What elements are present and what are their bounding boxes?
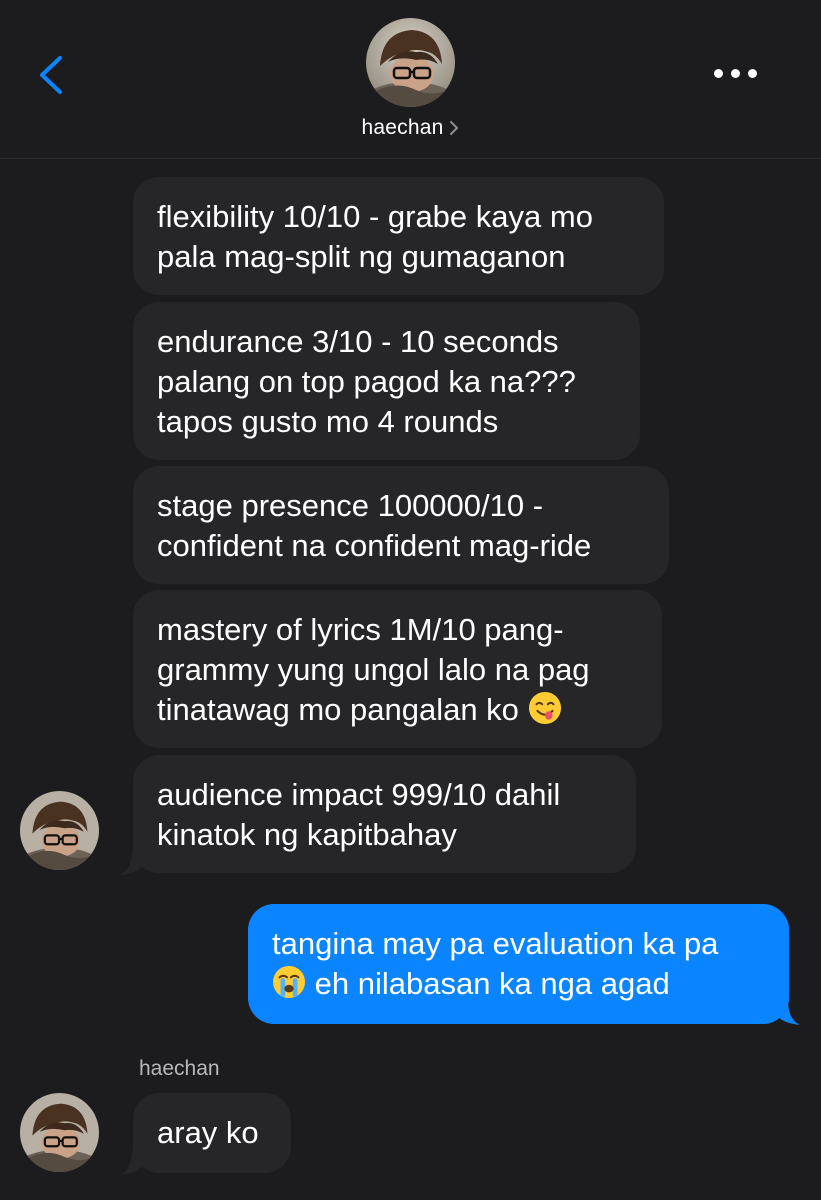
message-line: tinatawag mo pangalan ko xyxy=(157,690,638,730)
message-line: tapos gusto mo 4 rounds xyxy=(157,404,499,439)
message-line: confident na confident mag-ride xyxy=(157,528,592,563)
message-bubble-incoming[interactable]: aray ko xyxy=(133,1093,291,1173)
message-bubble-incoming[interactable]: mastery of lyrics 1M/10 pang- grammy yun… xyxy=(133,590,662,748)
contact-name[interactable]: haechan xyxy=(362,116,444,139)
message-bubble-incoming[interactable]: audience impact 999/10 dahil kinatok ng … xyxy=(133,755,636,873)
contact-avatar-small[interactable] xyxy=(20,1093,99,1172)
message-line: palang on top pagod ka na??? xyxy=(157,364,576,399)
message-line: eh nilabasan ka nga agad xyxy=(272,964,765,1004)
chevron-right-icon xyxy=(450,121,459,136)
message-line-text: tinatawag mo pangalan ko xyxy=(157,692,519,727)
back-button[interactable] xyxy=(30,50,74,100)
message-bubble-incoming[interactable]: flexibility 10/10 - grabe kaya mo pala m… xyxy=(133,177,664,295)
message-line-text: eh nilabasan ka nga agad xyxy=(314,966,670,1001)
contact-avatar-small[interactable] xyxy=(20,791,99,870)
message-line: endurance 3/10 - 10 seconds xyxy=(157,324,559,359)
ellipsis-icon xyxy=(714,69,723,78)
message-line: aray ko xyxy=(157,1115,259,1150)
avatar-photo xyxy=(20,791,99,870)
message-bubble-incoming[interactable]: stage presence 100000/10 - confident na … xyxy=(133,466,669,584)
loudly-crying-face-emoji xyxy=(272,965,306,999)
message-line: stage presence 100000/10 - xyxy=(157,488,544,523)
more-options-button[interactable] xyxy=(712,64,760,84)
contact-name-row[interactable]: haechan xyxy=(0,116,821,140)
message-line: kinatok ng kapitbahay xyxy=(157,817,457,852)
message-line: audience impact 999/10 dahil xyxy=(157,777,561,812)
message-bubble-outgoing[interactable]: tangina may pa evaluation ka pa eh nilab… xyxy=(248,904,789,1024)
ellipsis-icon xyxy=(748,69,757,78)
message-line: tangina may pa evaluation ka pa xyxy=(272,926,719,961)
message-line: flexibility 10/10 - grabe kaya mo xyxy=(157,199,593,234)
sender-name-label: haechan xyxy=(139,1057,220,1080)
avatar-photo xyxy=(20,1093,99,1172)
message-bubble-incoming[interactable]: endurance 3/10 - 10 seconds palang on to… xyxy=(133,302,640,460)
message-line: mastery of lyrics 1M/10 pang- xyxy=(157,612,564,647)
message-line: pala mag-split ng gumaganon xyxy=(157,239,566,274)
message-line: grammy yung ungol lalo na pag xyxy=(157,652,590,687)
contact-avatar[interactable] xyxy=(366,18,455,107)
conversation-header: haechan xyxy=(0,0,821,159)
ellipsis-icon xyxy=(731,69,740,78)
chevron-left-icon xyxy=(40,56,62,94)
face-savoring-food-emoji xyxy=(528,691,561,725)
chat-screen: haechan flexibility 10/10 - grabe kaya m… xyxy=(0,0,821,1200)
avatar-photo xyxy=(366,18,455,107)
